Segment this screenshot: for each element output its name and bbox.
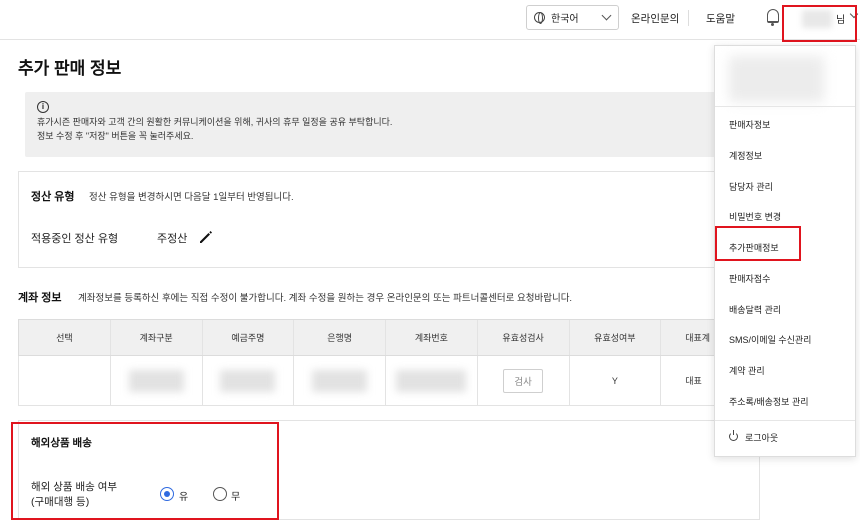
user-profile-redacted: [729, 56, 824, 102]
redacted-value: [220, 369, 276, 392]
menu-item-account-info[interactable]: 계정정보: [729, 149, 762, 162]
info-icon: i: [37, 101, 49, 113]
chevron-down-icon: [601, 10, 612, 21]
redacted-value: [396, 369, 467, 392]
globe-icon: [534, 12, 545, 24]
online-inquiry-link[interactable]: 온라인문의: [631, 11, 679, 26]
col-account-type: 계좌구분: [111, 320, 203, 355]
col-account-number: 계좌번호: [386, 320, 478, 355]
user-menu-highlight: [782, 5, 857, 42]
table-header: 선택 계좌구분 예금주명 은행명 계좌번호 유효성검사 유효성여부 대표계: [18, 319, 760, 356]
cell-holder: [203, 356, 295, 405]
menu-divider: [715, 420, 855, 421]
menu-item-password[interactable]: 비밀번호 변경: [729, 210, 781, 223]
col-bank: 은행명: [294, 320, 386, 355]
settlement-title: 정산 유형: [31, 191, 75, 203]
col-valid: 유효성여부: [570, 320, 662, 355]
redacted-value: [128, 369, 184, 392]
menu-item-seller-info[interactable]: 판매자정보: [729, 118, 770, 131]
language-label: 한국어: [551, 14, 579, 25]
cell-valid: Y: [570, 356, 662, 405]
menu-item-contract[interactable]: 계약 관리: [729, 364, 765, 377]
cell-validation: 검사: [478, 356, 570, 405]
menu-item-delivery-calendar[interactable]: 배송달력 관리: [729, 303, 781, 316]
col-select: 선택: [19, 320, 111, 355]
notice-line-1: 휴가시즌 판매자와 고객 간의 원활한 커뮤니케이션을 위해, 귀사의 휴무 일…: [37, 117, 393, 127]
notice-box: i 휴가시즌 판매자와 고객 간의 원활한 커뮤니케이션을 위해, 귀사의 휴무…: [25, 92, 745, 157]
logout-button[interactable]: 로그아웃: [745, 431, 778, 444]
settlement-panel: 정산 유형 정산 유형을 변경하시면 다음달 1일부터 반영됩니다. 적용중인 …: [18, 171, 760, 268]
cell-select[interactable]: [19, 356, 111, 405]
edit-pencil-icon[interactable]: [197, 228, 215, 246]
menu-highlight: [715, 226, 801, 261]
divider: [688, 10, 689, 26]
page-title: 추가 판매 정보: [18, 59, 122, 78]
notice-line-2: 정보 수정 후 "저장" 버튼을 꼭 눌러주세요.: [37, 131, 194, 141]
menu-item-address-book[interactable]: 주소록/배송정보 관리: [729, 395, 809, 408]
menu-item-sms-email[interactable]: SMS/이메일 수신관리: [729, 333, 811, 346]
table-row: 검사 Y 대표: [18, 356, 760, 406]
redacted-value: [312, 369, 368, 392]
cell-account-type: [111, 356, 203, 405]
cell-account-number: [386, 356, 478, 405]
menu-item-manager[interactable]: 담당자 관리: [729, 180, 773, 193]
menu-divider: [715, 106, 855, 107]
verify-button[interactable]: 검사: [503, 368, 543, 393]
overseas-highlight: [11, 422, 279, 520]
col-holder: 예금주명: [203, 320, 295, 355]
col-validation: 유효성검사: [478, 320, 570, 355]
account-table: 선택 계좌구분 예금주명 은행명 계좌번호 유효성검사 유효성여부 대표계 검사…: [18, 319, 760, 406]
settlement-desc: 정산 유형을 변경하시면 다음달 1일부터 반영됩니다.: [89, 192, 294, 203]
settlement-label: 적용중인 정산 유형: [31, 233, 119, 245]
account-title: 계좌 정보: [18, 292, 62, 304]
settlement-value: 주정산: [157, 233, 188, 245]
user-dropdown-menu: 판매자정보 계정정보 담당자 관리 비밀번호 변경 추가판매정보 판매자점수 배…: [714, 45, 856, 457]
help-link[interactable]: 도움말: [706, 11, 735, 26]
bell-icon[interactable]: [767, 9, 779, 26]
menu-item-seller-score[interactable]: 판매자점수: [729, 272, 770, 285]
cell-bank: [294, 356, 386, 405]
language-select[interactable]: 한국어: [526, 5, 619, 30]
account-desc: 계좌정보를 등록하신 후에는 직접 수정이 불가합니다. 계좌 수정을 원하는 …: [78, 293, 573, 304]
power-icon: [729, 430, 738, 441]
top-bar: 한국어 온라인문의 도움말 님: [0, 0, 860, 42]
